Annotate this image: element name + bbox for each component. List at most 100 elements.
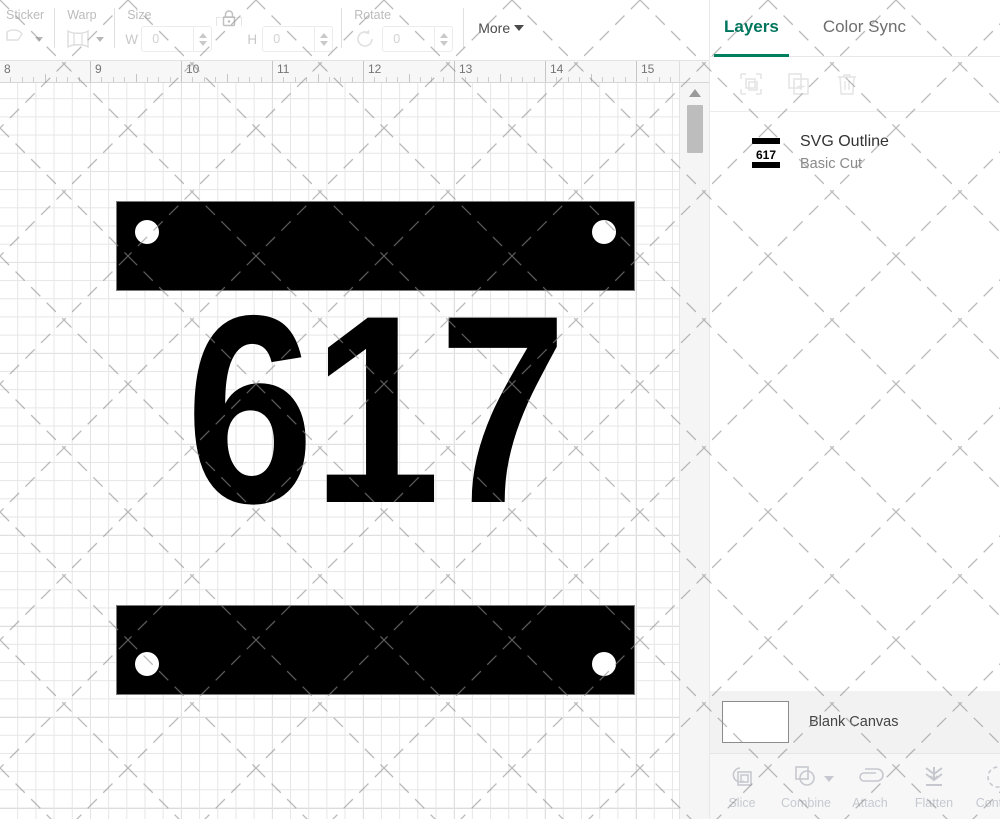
canvas-color-swatch[interactable] (722, 701, 789, 743)
slice-label: Slice (728, 796, 756, 810)
flatten-icon (921, 763, 947, 791)
rotate-icon[interactable] (352, 26, 378, 52)
mounting-hole (592, 652, 616, 676)
contour-label: Contour (975, 796, 1000, 810)
toolbar-group-size: Size W 0 H 0 (115, 0, 334, 60)
ruler-major-tick (545, 61, 546, 82)
ruler-major-tick (454, 61, 455, 82)
width-stepper-down-icon[interactable] (198, 40, 207, 46)
ruler-major-tick (636, 61, 637, 82)
width-stepper[interactable] (193, 26, 213, 52)
ruler-minor-tick (317, 74, 319, 82)
ruler-minor-tick (44, 74, 46, 82)
warp-label: Warp (67, 8, 97, 22)
more-button[interactable]: More (464, 20, 538, 36)
tab-layers[interactable]: Layers (714, 17, 789, 57)
combine-label: Combine (780, 796, 832, 810)
ruler-label: 14 (550, 62, 564, 76)
slice-button[interactable]: Slice (710, 763, 774, 810)
size-lock-toggle[interactable] (212, 0, 246, 50)
attach-button[interactable]: Attach (838, 763, 902, 810)
ruler-major-tick (90, 61, 91, 82)
more-label: More (478, 20, 511, 36)
ruler-label: 15 (641, 62, 655, 76)
duplicate-icon[interactable] (786, 71, 812, 97)
width-stepper-up-icon[interactable] (198, 32, 207, 38)
rotate-stepper[interactable] (434, 26, 454, 52)
width-letter: W (125, 31, 138, 47)
ruler-minor-tick (226, 74, 228, 82)
height-input[interactable] (262, 26, 315, 52)
layer-list: 617 SVG Outline Basic Cut (710, 112, 1000, 691)
group-icon[interactable] (738, 71, 764, 97)
layer-title: SVG Outline (800, 133, 889, 150)
slice-icon (729, 763, 755, 791)
ruler-minor-tick (590, 74, 592, 82)
lock-icon[interactable] (220, 8, 239, 32)
blank-canvas-label: Blank Canvas (809, 714, 899, 730)
svg-text:617: 617 (756, 148, 776, 162)
combine-icon (793, 763, 819, 791)
ruler-major-tick (363, 61, 364, 82)
sticker-caret-icon[interactable] (35, 36, 43, 42)
ruler-major-tick (181, 61, 182, 82)
toolbar-group-sticker[interactable]: Sticker (0, 0, 54, 60)
ruler-label: 8 (4, 62, 11, 76)
tab-color-sync[interactable]: Color Sync (823, 17, 906, 39)
mounting-hole (592, 220, 616, 244)
app-root: Sticker Warp Size W 0 H 0 Rotate 0 More … (0, 0, 1000, 819)
ruler-minor-tick (499, 74, 501, 82)
artwork-svg-outline[interactable]: 617 (116, 201, 635, 695)
chevron-up-icon[interactable] (689, 89, 701, 97)
top-toolbar: Sticker Warp Size W 0 H 0 Rotate 0 More (0, 0, 709, 61)
panel-tabs: Layers Color Sync (710, 0, 1000, 57)
layer-actions-bar (710, 57, 1000, 112)
mounting-hole (135, 652, 159, 676)
editor-left-pane: Sticker Warp Size W 0 H 0 Rotate 0 More … (0, 0, 709, 819)
rotate-field[interactable] (382, 26, 454, 52)
width-input[interactable] (141, 26, 194, 52)
ruler-major-tick (272, 61, 273, 82)
height-stepper[interactable] (314, 26, 334, 52)
sticker-label: Sticker (6, 8, 45, 22)
ruler-label: 11 (277, 62, 290, 76)
canvas-vertical-scrollbar[interactable] (679, 83, 709, 819)
warp-caret-icon[interactable] (96, 36, 105, 42)
contour-button[interactable]: Contour (966, 763, 1000, 810)
layer-subtitle: Basic Cut (800, 156, 863, 172)
ruler-label: 12 (368, 62, 382, 76)
rotate-input[interactable] (382, 26, 435, 52)
delete-icon[interactable] (834, 71, 860, 97)
ruler-label: 10 (186, 62, 200, 76)
rotate-stepper-down-icon[interactable] (439, 40, 448, 46)
plate-bar-bottom (116, 605, 635, 695)
toolbar-group-warp[interactable]: Warp (55, 0, 114, 60)
size-width-field[interactable]: W (125, 26, 213, 52)
rotate-label: Rotate (354, 8, 392, 22)
blank-canvas-row[interactable]: Blank Canvas (710, 691, 1000, 753)
attach-label: Attach (852, 796, 888, 810)
warp-icon (65, 26, 91, 52)
contour-icon (985, 763, 1000, 791)
flatten-label: Flatten (914, 796, 954, 810)
chevron-down-icon (514, 25, 525, 31)
ruler-label: 9 (95, 62, 102, 76)
horizontal-ruler[interactable]: 8 9 10 11 12 13 14 15 (0, 61, 709, 83)
height-stepper-down-icon[interactable] (319, 40, 328, 46)
design-canvas[interactable]: 617 (0, 83, 709, 819)
ruler-minor-tick (408, 74, 410, 82)
combine-caret-icon[interactable] (824, 776, 834, 782)
combine-button[interactable]: Combine (774, 763, 838, 810)
scrollbar-thumb[interactable] (687, 105, 703, 153)
ruler-label: 13 (459, 62, 473, 76)
size-height-field[interactable]: H (246, 26, 334, 52)
ruler-minor-tick (135, 74, 137, 82)
height-stepper-up-icon[interactable] (319, 32, 328, 38)
sticker-icon (4, 26, 30, 52)
toolbar-group-rotate: Rotate (342, 0, 463, 60)
layer-tools-bar: Slice Combine Attach Flatten Con (710, 753, 1000, 819)
size-label: Size (127, 8, 152, 22)
layer-row[interactable]: 617 SVG Outline Basic Cut (710, 126, 1000, 179)
flatten-button[interactable]: Flatten (902, 763, 966, 810)
rotate-stepper-up-icon[interactable] (439, 32, 448, 38)
